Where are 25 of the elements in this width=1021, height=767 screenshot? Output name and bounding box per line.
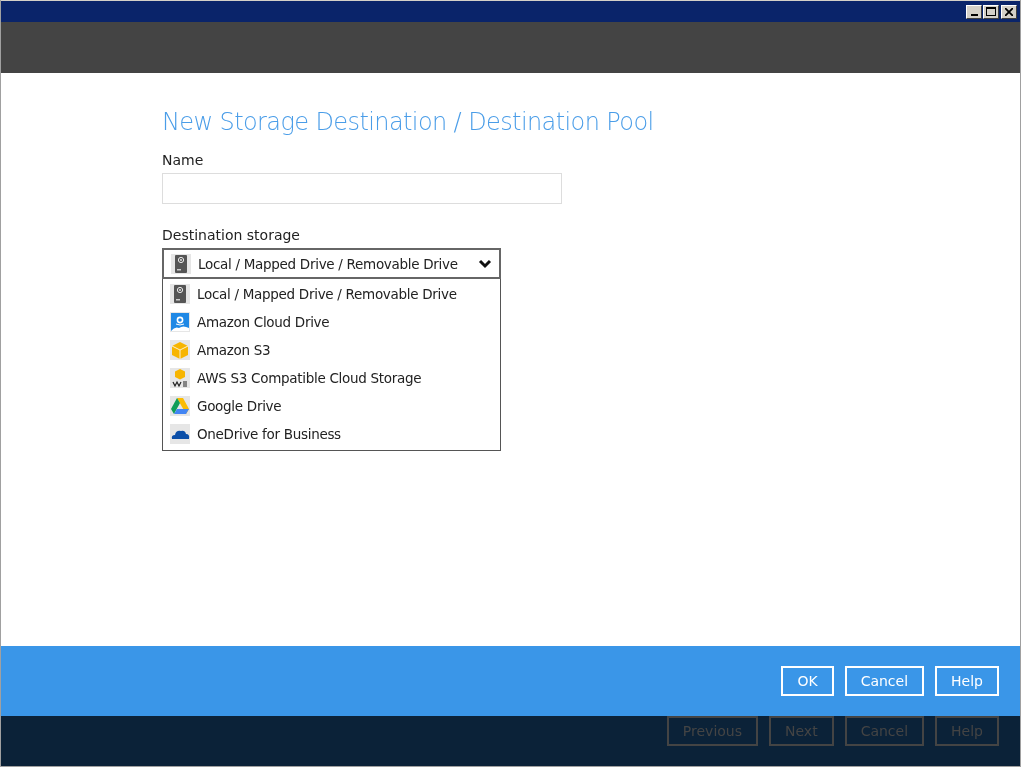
maximize-icon xyxy=(986,7,996,16)
triangle-drive-icon xyxy=(170,396,190,416)
destination-dropdown[interactable]: Local / Mapped Drive / Removable Drive xyxy=(162,248,501,279)
dropdown-option[interactable]: Local / Mapped Drive / Removable Drive xyxy=(163,280,500,308)
dropdown-option[interactable]: AWS S3 Compatible Cloud Storage xyxy=(163,364,500,392)
dropdown-option[interactable]: OneDrive for Business xyxy=(163,420,500,448)
dialog-title: New Storage Destination / Destination Pool xyxy=(162,108,655,136)
field-label: Name xyxy=(162,152,204,168)
aws-cube-icon xyxy=(170,368,190,388)
close-button[interactable] xyxy=(1001,4,1017,19)
cube-icon xyxy=(170,340,190,360)
minimize-button[interactable] xyxy=(966,4,982,19)
cloud-drive-icon xyxy=(170,312,190,332)
dropdown-option[interactable]: Google Drive xyxy=(163,392,500,420)
minimize-icon xyxy=(970,13,978,16)
chevron-down-icon xyxy=(478,258,492,269)
dropdown-option[interactable]: Amazon Cloud Drive xyxy=(163,308,500,336)
maximize-button[interactable] xyxy=(983,4,999,19)
hard-drive-icon xyxy=(170,284,190,304)
name-input-field[interactable] xyxy=(162,173,562,204)
close-icon xyxy=(1005,7,1013,16)
dropdown-option[interactable]: Amazon S3 xyxy=(163,336,500,364)
cloud-icon xyxy=(170,424,190,444)
field-label: Destination storage xyxy=(162,227,300,243)
hard-drive-icon xyxy=(171,253,191,274)
